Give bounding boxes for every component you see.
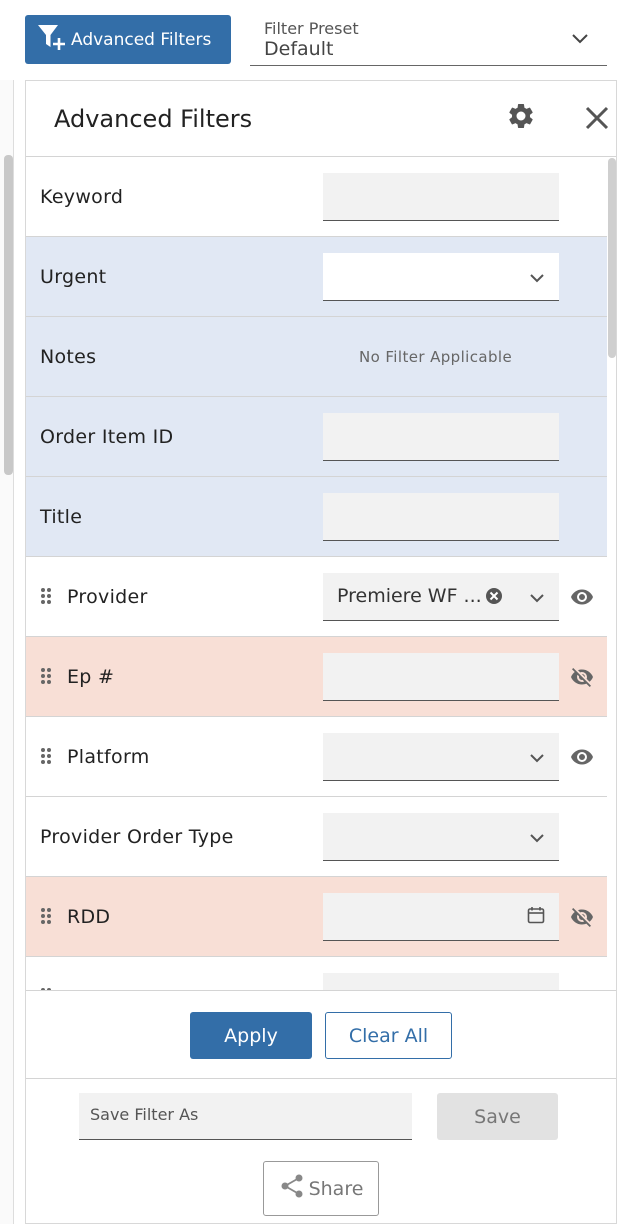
filter-row-rdd: RDD — [26, 877, 607, 957]
advanced-filters-button[interactable]: Advanced Filters — [25, 15, 231, 64]
partial-field[interactable] — [323, 973, 559, 990]
drag-handle-icon[interactable] — [40, 587, 52, 609]
filter-row-notes: Notes No Filter Applicable — [26, 317, 607, 397]
panel-scrollbar[interactable] — [608, 158, 616, 988]
filter-row-provider-order-type: Provider Order Type — [26, 797, 607, 877]
order-item-id-input[interactable] — [323, 413, 559, 461]
background-scrollbar[interactable] — [4, 155, 13, 475]
advanced-filters-panel: Advanced Filters Keyword Urgent Notes No… — [25, 80, 617, 1224]
chevron-down-icon — [529, 749, 545, 768]
chevron-down-icon — [529, 829, 545, 848]
filter-label: Provider Order Type — [40, 826, 234, 848]
provider-selected-value: Premiere WF ... — [337, 585, 482, 607]
eye-off-icon[interactable] — [567, 665, 597, 693]
filter-row-provider: Provider Premiere WF ... — [26, 557, 607, 637]
filter-label: RDD — [67, 906, 111, 928]
platform-select[interactable] — [323, 733, 559, 781]
rdd-date-input[interactable] — [323, 893, 559, 941]
filter-label: Urgent — [40, 266, 107, 288]
eye-icon[interactable] — [567, 585, 597, 613]
panel-scrollbar-thumb[interactable] — [608, 158, 616, 358]
filter-label: Notes — [40, 346, 97, 368]
filter-row-order-item-id: Order Item ID — [26, 397, 607, 477]
save-filter-as-input[interactable]: Save Filter As — [79, 1093, 412, 1140]
filter-label: Keyword — [40, 186, 124, 208]
filter-rows: Keyword Urgent Notes No Filter Applicabl… — [26, 157, 607, 990]
chevron-down-icon — [529, 269, 545, 288]
keyword-input[interactable] — [323, 173, 559, 221]
filter-label: Title — [40, 506, 83, 528]
filter-preset-label: Filter Preset — [264, 19, 359, 38]
filter-label: Order Item ID — [40, 426, 174, 448]
share-icon — [279, 1173, 309, 1204]
filter-row-ep: Ep # — [26, 637, 607, 717]
filter-row-urgent: Urgent — [26, 237, 607, 317]
provider-select[interactable]: Premiere WF ... — [323, 573, 559, 621]
provider-order-type-select[interactable] — [323, 813, 559, 861]
share-button[interactable]: Share — [263, 1161, 379, 1216]
panel-header: Advanced Filters — [26, 81, 616, 157]
no-filter-note: No Filter Applicable — [359, 348, 513, 366]
filter-label: Platform — [67, 746, 150, 768]
ep-input[interactable] — [323, 653, 559, 701]
chevron-down-icon — [529, 589, 545, 608]
advanced-filters-button-label: Advanced Filters — [71, 29, 212, 50]
filter-row-partial — [26, 957, 607, 990]
chevron-down-icon — [571, 30, 589, 49]
gear-icon[interactable] — [506, 101, 536, 135]
save-button[interactable]: Save — [437, 1093, 558, 1140]
apply-button[interactable]: Apply — [190, 1012, 312, 1059]
drag-handle-icon[interactable] — [40, 747, 52, 769]
drag-handle-icon[interactable] — [40, 667, 52, 689]
clear-all-button[interactable]: Clear All — [325, 1012, 452, 1059]
calendar-icon[interactable] — [527, 906, 545, 928]
filter-preset-select[interactable]: Filter Preset Default — [250, 16, 607, 66]
eye-icon[interactable] — [567, 745, 597, 773]
title-input[interactable] — [323, 493, 559, 541]
filter-row-keyword: Keyword — [26, 157, 607, 237]
panel-title: Advanced Filters — [54, 105, 253, 133]
eye-off-icon[interactable] — [567, 905, 597, 933]
urgent-select[interactable] — [323, 253, 559, 301]
filter-row-title: Title — [26, 477, 607, 557]
close-icon[interactable] — [583, 104, 611, 136]
drag-handle-icon[interactable] — [40, 907, 52, 929]
filter-label: Ep # — [67, 666, 115, 688]
filter-preset-value: Default — [264, 38, 334, 60]
share-button-label: Share — [308, 1177, 364, 1200]
clear-selection-icon[interactable] — [485, 587, 503, 609]
filter-row-platform: Platform — [26, 717, 607, 797]
filter-actions: Apply Clear All — [26, 990, 616, 1079]
filter-plus-icon — [37, 23, 71, 56]
filter-label: Provider — [67, 586, 148, 608]
